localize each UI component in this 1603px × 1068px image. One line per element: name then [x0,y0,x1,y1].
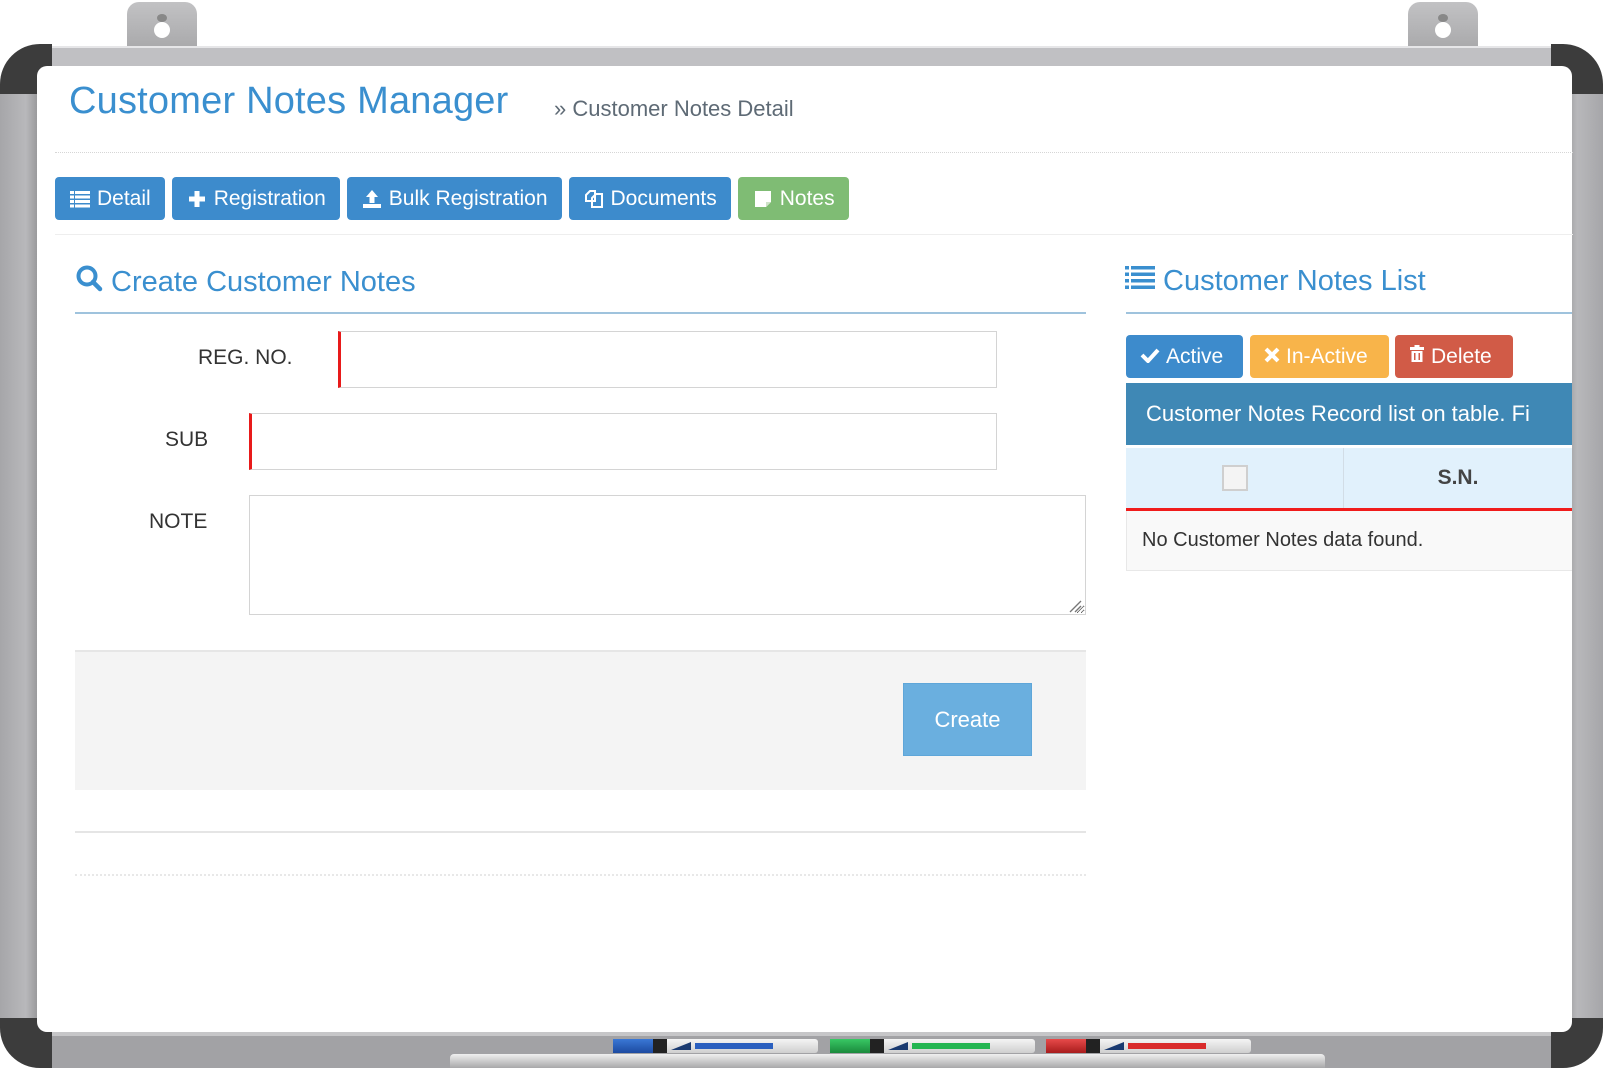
inactive-button[interactable]: In-Active [1250,335,1389,378]
select-all-checkbox[interactable] [1221,465,1248,491]
divider [55,152,1573,153]
documents-icon [583,188,605,210]
tab-notes[interactable]: Notes [737,177,849,220]
check-icon [1140,345,1160,369]
times-icon [1264,345,1280,369]
upload-icon [361,188,383,210]
sub-label: SUB [165,428,209,451]
right-hanger [1408,2,1478,48]
tab-bulk-registration[interactable]: Bulk Registration [346,177,562,220]
section-divider [1126,312,1572,314]
section-title-text: Customer Notes List [1163,264,1426,297]
sticky-note-icon [752,188,774,210]
tab-bar: Detail Registration Bulk Registration Do… [55,177,849,220]
button-label: Active [1166,344,1224,368]
tab-label: Documents [610,186,717,210]
red-marker-icon [1046,1039,1251,1053]
tab-registration[interactable]: Registration [171,177,340,220]
page-title: Customer Notes Manager [69,80,509,122]
delete-button[interactable]: Delete [1395,335,1513,378]
green-marker-icon [830,1039,1035,1053]
frame-top-rail [49,46,1554,66]
divider [55,234,1573,235]
resize-handle-icon[interactable] [1068,598,1082,613]
trash-icon [1409,344,1425,369]
create-button[interactable]: Create [903,683,1032,756]
tab-label: Notes [779,186,835,210]
screw-icon [1438,14,1448,22]
note-textarea[interactable] [249,495,1086,615]
search-icon [75,264,103,300]
reg-no-input[interactable] [338,331,997,388]
section-title-text: Create Customer Notes [111,265,416,298]
list-icon [69,188,91,210]
create-section-title: Create Customer Notes [75,264,416,300]
active-button[interactable]: Active [1126,335,1243,378]
marker-tray [450,1054,1325,1068]
section-divider [75,312,1086,314]
divider [75,874,1086,876]
note-label: NOTE [149,510,208,533]
list-icon [1125,264,1155,298]
screw-icon [157,14,167,22]
divider [75,831,1086,833]
tab-documents[interactable]: Documents [568,177,731,220]
select-all-cell [1126,448,1344,508]
empty-table-message: No Customer Notes data found. [1126,511,1572,571]
blue-marker-icon [613,1039,818,1053]
column-header-sn[interactable]: S.N. [1344,448,1572,508]
tab-label: Detail [97,186,151,210]
reg-no-label: REG. NO. [198,346,293,369]
plus-icon [186,188,208,210]
button-label: In-Active [1286,344,1368,368]
left-hanger [127,2,197,48]
sub-input[interactable] [249,413,997,470]
tab-label: Registration [213,186,326,210]
tab-label: Bulk Registration [388,186,548,210]
table-header: S.N. [1126,448,1572,511]
list-section-title: Customer Notes List [1125,264,1426,298]
frame-left-rail [0,92,37,1022]
button-label: Delete [1431,344,1492,368]
table-caption: Customer Notes Record list on table. Fi [1126,383,1572,445]
tab-detail[interactable]: Detail [55,177,165,220]
breadcrumb[interactable]: » Customer Notes Detail [554,96,794,122]
